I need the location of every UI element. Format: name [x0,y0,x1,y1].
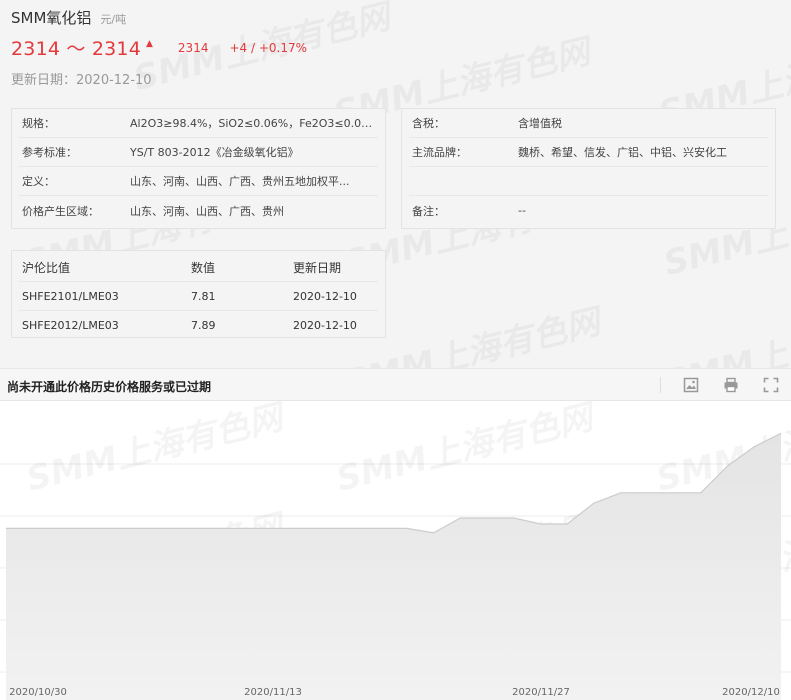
spec-row: 备注： -- [409,196,768,225]
spec-value: -- [518,204,526,217]
x-tick-label: 2020/10/30 [9,687,67,698]
spec-row: 含税： 含增值税 [409,109,768,138]
price-change: +4 / +0.17% [229,40,308,55]
spec-value: 山东、河南、山西、广西、贵州五地加权平... [130,175,350,188]
spec-row: 主流品牌： 魏桥、希望、信发、广铝、中铝、兴安化工 [409,138,768,167]
ratio-value: 7.81 [191,289,216,303]
x-tick-label: 2020/11/13 [244,687,302,698]
spec-key: 规格： [22,117,55,130]
spec-value: 山东、河南、山西、广西、贵州 [130,204,284,218]
price-history-chart: SMM上海有色网SMM上海有色网SMM上海有色网SMM上海有色网SMM上海有色网… [0,401,791,700]
watermark: SMM上海有色网 [23,401,292,500]
spec-row: 价格产生区域： 山东、河南、山西、广西、贵州 [19,196,378,225]
ratio-contract: SHFE2101/LME03 [22,289,119,303]
product-title-row: SMM氧化铝 元/吨 [11,7,126,27]
product-title: SMM氧化铝 [11,9,92,27]
price-average: 2314 [177,40,209,55]
price-range: 2314 ～ 2314 [11,38,141,60]
price-unit: 元/吨 [100,13,127,26]
spec-value: 魏桥、希望、信发、广铝、中铝、兴安化工 [518,146,727,159]
spec-key: 定义： [22,175,55,188]
image-icon[interactable] [683,377,699,393]
spec-value: Al2O3≥98.4%，SiO2≤0.06%，Fe2O3≤0.03% [130,117,378,130]
spec-key: 价格产生区域： [22,204,99,218]
spec-key: 备注： [412,204,445,218]
x-tick-label: 2020/12/10 [722,687,780,698]
spec-card-left: 规格： Al2O3≥98.4%，SiO2≤0.06%，Fe2O3≤0.03% 参… [11,108,386,229]
chart-toolbar: 尚未开通此价格历史价格服务或已过期 [0,369,791,401]
spec-card-right: 含税： 含增值税 主流品牌： 魏桥、希望、信发、广铝、中铝、兴安化工 备注： -… [401,108,776,229]
spec-row [409,167,768,196]
ratio-table: 沪伦比值 数值 更新日期 SHFE2101/LME03 7.81 2020-12… [11,250,386,338]
spec-value: 含增值税 [518,117,562,130]
spec-key: 主流品牌： [412,146,467,159]
fullscreen-icon[interactable] [763,377,779,393]
x-tick-label: 2020/11/27 [512,687,570,698]
ratio-date: 2020-12-10 [293,289,357,303]
up-arrow-icon: ▲ [146,38,153,49]
column-header: 更新日期 [293,260,342,275]
update-date: 更新日期：2020-12-10 [11,73,152,88]
print-icon[interactable] [723,377,739,393]
table-row: SHFE2101/LME03 7.81 2020-12-10 [19,282,378,311]
price-row: 2314 ～ 2314 ▲ 2314 +4 / +0.17% [11,34,307,61]
ratio-contract: SHFE2012/LME03 [22,319,119,332]
ratio-table-header: 沪伦比值 数值 更新日期 [19,253,378,282]
spec-row: 定义： 山东、河南、山西、广西、贵州五地加权平... [19,167,378,196]
ratio-value: 7.89 [191,319,216,332]
chart-section-title: 尚未开通此价格历史价格服务或已过期 [7,380,212,394]
watermark: SMM上海有色网 [333,401,602,500]
spec-key: 含税： [412,117,445,130]
spec-row: 参考标准： YS/T 803-2012《冶金级氧化铝》 [19,138,378,167]
product-info-panel: SMM上海有色网 SMM上海有色网 SMM上海有色网 SMM上海有色网 SMM上… [0,0,791,404]
spec-row: 规格： Al2O3≥98.4%，SiO2≤0.06%，Fe2O3≤0.03% [19,109,378,138]
column-header: 沪伦比值 [22,260,71,275]
table-row: SHFE2012/LME03 7.89 2020-12-10 [19,311,378,340]
toolbar-divider [660,377,661,393]
price-history-panel: 尚未开通此价格历史价格服务或已过期 SMM上海有色网 SMM上海有色网 SMM上海有… [0,368,791,700]
spec-key: 参考标准： [22,146,77,159]
ratio-date: 2020-12-10 [293,319,357,332]
spec-value: YS/T 803-2012《冶金级氧化铝》 [130,146,299,159]
column-header: 数值 [191,260,216,275]
